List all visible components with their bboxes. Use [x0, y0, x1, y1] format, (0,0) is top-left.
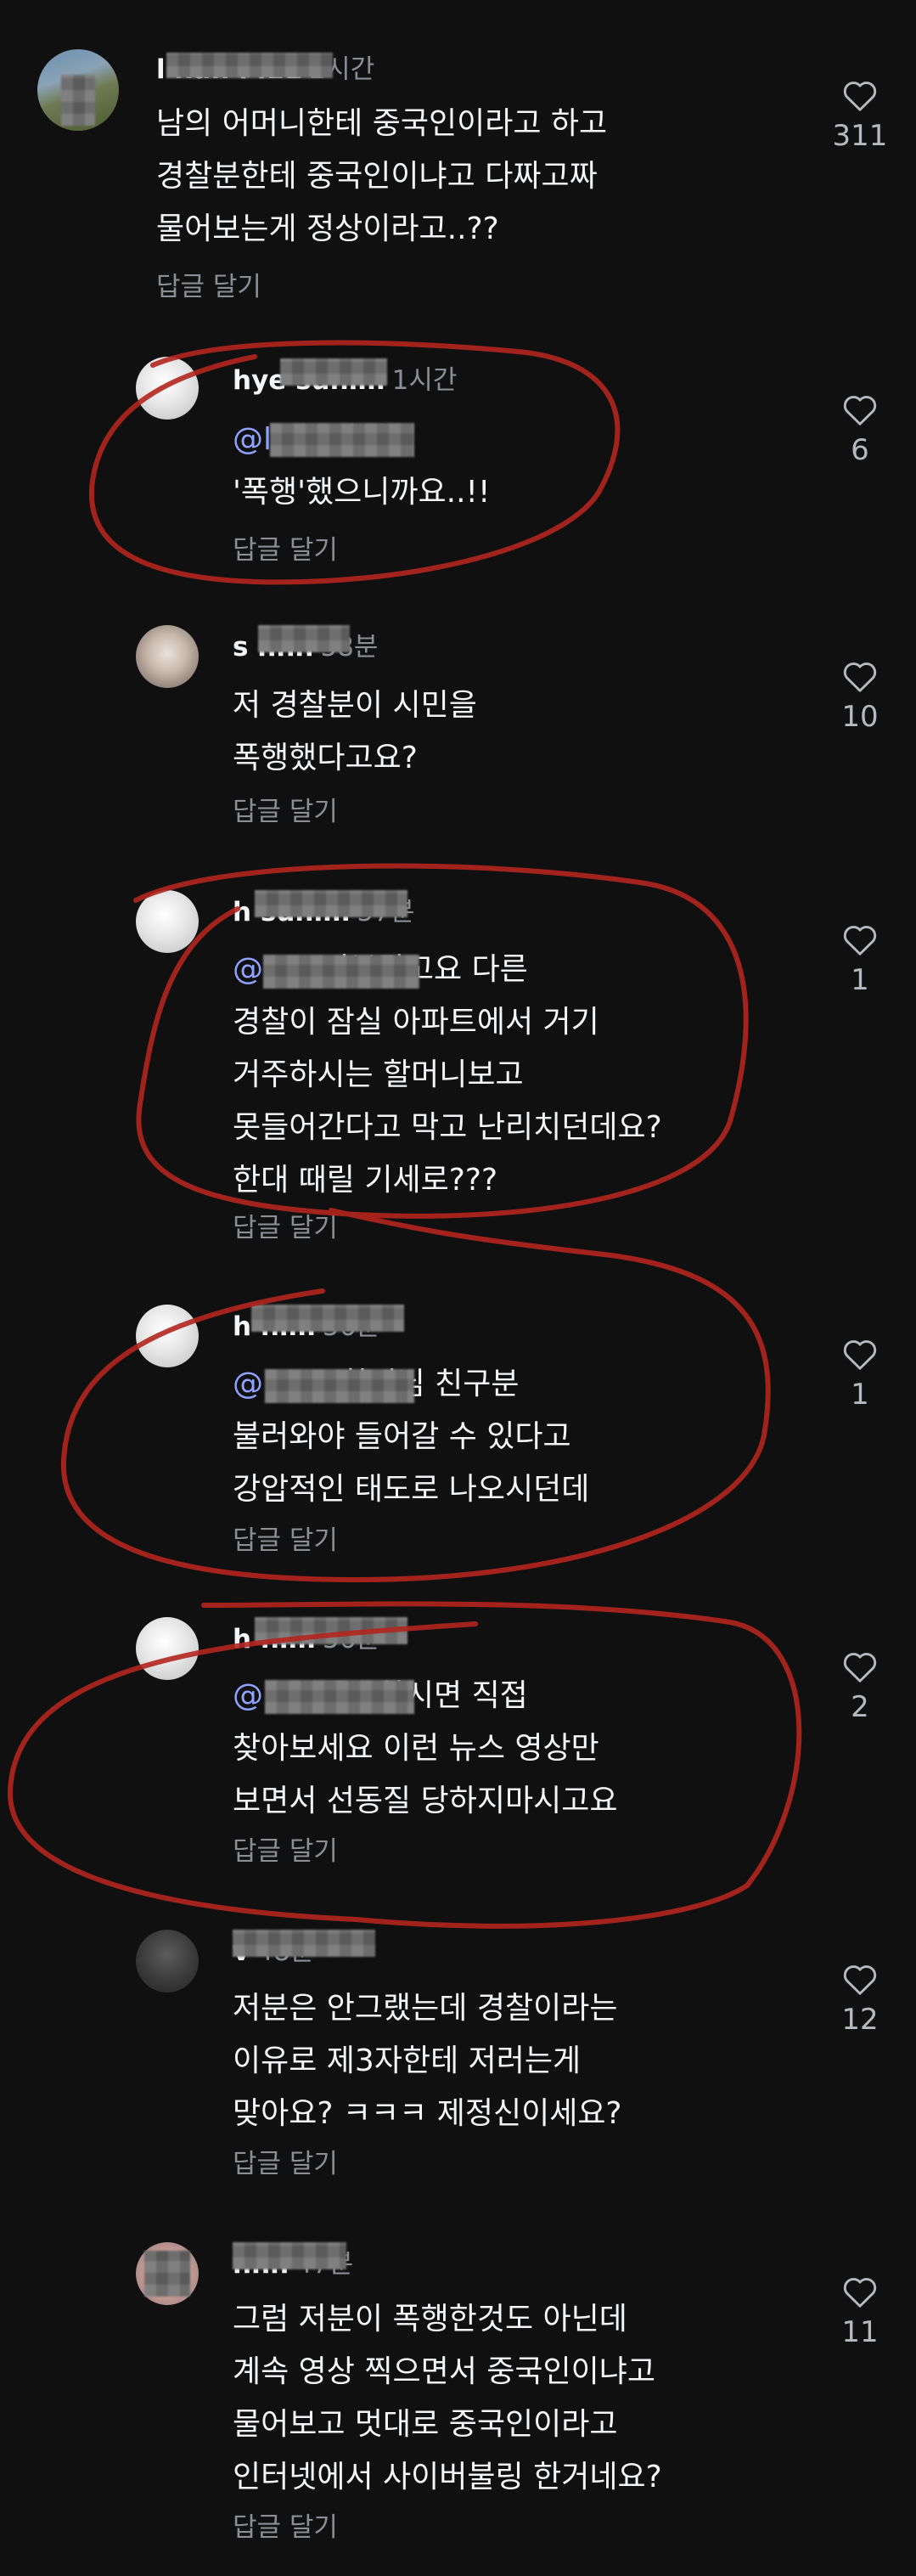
reply-button[interactable]: 답글 달기: [233, 1519, 338, 1557]
like-count: 12: [841, 2003, 879, 2037]
comment-text: 저분은 안그랬는데 경찰이라는 이유로 제3자한테 저러는게 맞아요? ㅋㅋㅋ …: [233, 1991, 622, 2131]
like-count: 2: [851, 1690, 869, 1724]
like-button[interactable]: 2: [824, 1649, 896, 1724]
blurred-username-mask: [280, 358, 387, 386]
heart-outline-icon[interactable]: [841, 1962, 879, 1996]
blurred-mention-mask: [265, 1680, 414, 1714]
like-count: 311: [832, 119, 888, 153]
like-button[interactable]: 12: [824, 1962, 896, 2037]
heart-outline-icon[interactable]: [841, 659, 879, 693]
comment-text: 그럼 저분이 폭행한것도 아닌데 계속 영상 찍으면서 중국인이냐고 물어보고 …: [233, 2302, 662, 2494]
avatar[interactable]: [136, 625, 199, 688]
avatar[interactable]: [136, 357, 199, 420]
blurred-mention-mask: [265, 1369, 414, 1403]
blurred-username-mask: [233, 1930, 375, 1957]
reply-button[interactable]: 답글 달기: [233, 2142, 338, 2180]
like-button[interactable]: 10: [824, 659, 896, 734]
comment-text: 저 경찰분이 시민을 폭행했다고요?: [233, 688, 477, 775]
like-count: 11: [841, 2315, 879, 2349]
reply-button[interactable]: 답글 달기: [233, 528, 338, 566]
heart-outline-icon[interactable]: [841, 2274, 879, 2308]
blurred-avatar-mask: [61, 75, 95, 126]
comment-text: 남의 어머니한테 중국인이라고 하고 경찰분한테 중국인이냐고 다짜고짜 물어보…: [156, 106, 608, 246]
avatar[interactable]: [136, 1930, 199, 1993]
like-count: 1: [851, 1378, 869, 1412]
blurred-avatar-mask: [144, 2251, 190, 2297]
like-count: 10: [841, 700, 879, 734]
like-button[interactable]: 1: [824, 1337, 896, 1412]
avatar[interactable]: [136, 1617, 199, 1680]
like-button[interactable]: 311: [824, 78, 896, 153]
blurred-username-mask: [166, 53, 333, 78]
like-button[interactable]: 1: [824, 922, 896, 997]
blurred-username-mask: [258, 625, 350, 652]
blurred-mention-mask: [263, 955, 419, 989]
heart-outline-icon[interactable]: [841, 922, 879, 956]
like-count: 1: [851, 963, 869, 997]
blurred-username-mask: [255, 1617, 407, 1644]
like-button[interactable]: 6: [824, 392, 896, 467]
heart-outline-icon[interactable]: [841, 1649, 879, 1683]
reply-button[interactable]: 답글 달기: [233, 1829, 338, 1868]
blurred-username-mask: [251, 1305, 404, 1332]
avatar[interactable]: [136, 1305, 199, 1367]
blurred-username-mask: [255, 890, 407, 917]
avatar[interactable]: [136, 890, 199, 953]
blurred-mention-mask: [270, 423, 414, 457]
blurred-username-mask: [233, 2242, 346, 2269]
heart-outline-icon[interactable]: [841, 392, 879, 426]
like-button[interactable]: 11: [824, 2274, 896, 2349]
heart-outline-icon[interactable]: [841, 1337, 879, 1371]
reply-button[interactable]: 답글 달기: [233, 1206, 338, 1244]
timestamp: 1시간: [391, 365, 458, 396]
heart-outline-icon[interactable]: [841, 78, 879, 112]
reply-button[interactable]: 답글 달기: [233, 790, 338, 828]
reply-button[interactable]: 답글 달기: [233, 2506, 338, 2544]
reply-button[interactable]: 답글 달기: [156, 265, 261, 303]
like-count: 6: [851, 433, 869, 467]
